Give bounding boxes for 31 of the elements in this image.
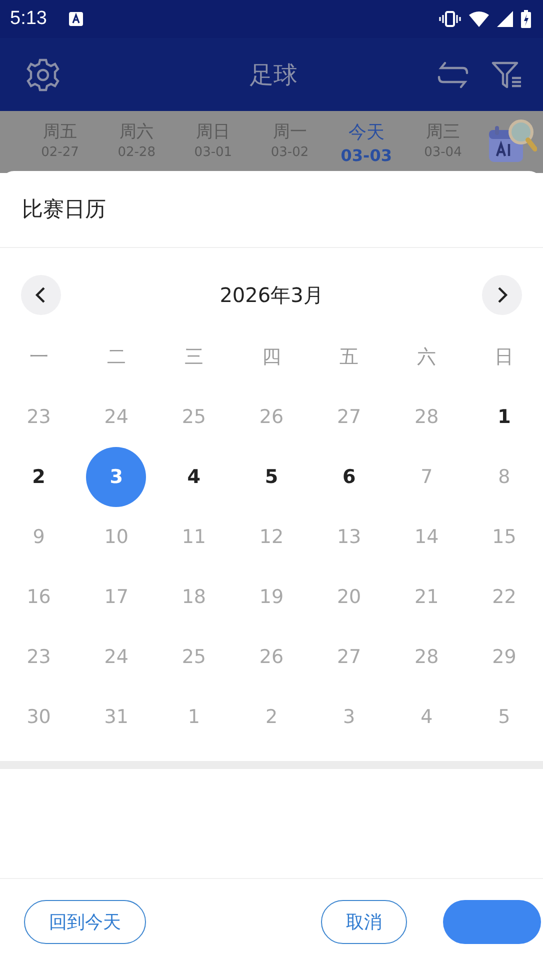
today-button[interactable]: 回到今天 bbox=[24, 900, 146, 944]
chevron-left-icon[interactable] bbox=[21, 275, 61, 315]
cancel-button[interactable]: 取消 bbox=[321, 900, 407, 944]
vibrate-icon bbox=[439, 11, 461, 27]
sheet-title: 比赛日历 bbox=[0, 171, 543, 248]
weekday-label: 二 bbox=[106, 345, 126, 370]
confirm-button[interactable] bbox=[443, 900, 541, 944]
weekday-label: 五 bbox=[340, 345, 359, 370]
weekday-label: 六 bbox=[417, 345, 436, 370]
calendar-day[interactable]: 4 bbox=[164, 447, 224, 507]
calendar-day[interactable]: 5 bbox=[241, 447, 302, 507]
calendar-day[interactable]: 6 bbox=[319, 447, 380, 507]
header-title: 足球 bbox=[248, 60, 298, 90]
month-label: 2026年3月 bbox=[218, 282, 324, 308]
filter-icon[interactable] bbox=[491, 60, 523, 90]
keyboard-icon bbox=[68, 12, 83, 26]
wifi-icon bbox=[469, 11, 489, 27]
signal-icon bbox=[497, 11, 513, 27]
status-time: 5:13 bbox=[10, 8, 47, 30]
calendar-day[interactable]: 3 bbox=[86, 447, 146, 507]
chevron-right-icon[interactable] bbox=[482, 275, 522, 315]
swap-icon[interactable] bbox=[437, 60, 469, 90]
battery-charging-icon bbox=[521, 10, 531, 28]
date-tab[interactable]: 今天 03-03 bbox=[334, 120, 398, 164]
weekday-label: 四 bbox=[262, 345, 281, 370]
weekday-label: 一 bbox=[29, 345, 48, 370]
calendar-day[interactable]: 2 bbox=[8, 447, 69, 507]
weekday-label: 三 bbox=[184, 345, 204, 370]
calendar-day[interactable]: 1 bbox=[474, 387, 534, 447]
weekday-label: 日 bbox=[494, 345, 514, 370]
settings-icon[interactable] bbox=[26, 58, 60, 92]
